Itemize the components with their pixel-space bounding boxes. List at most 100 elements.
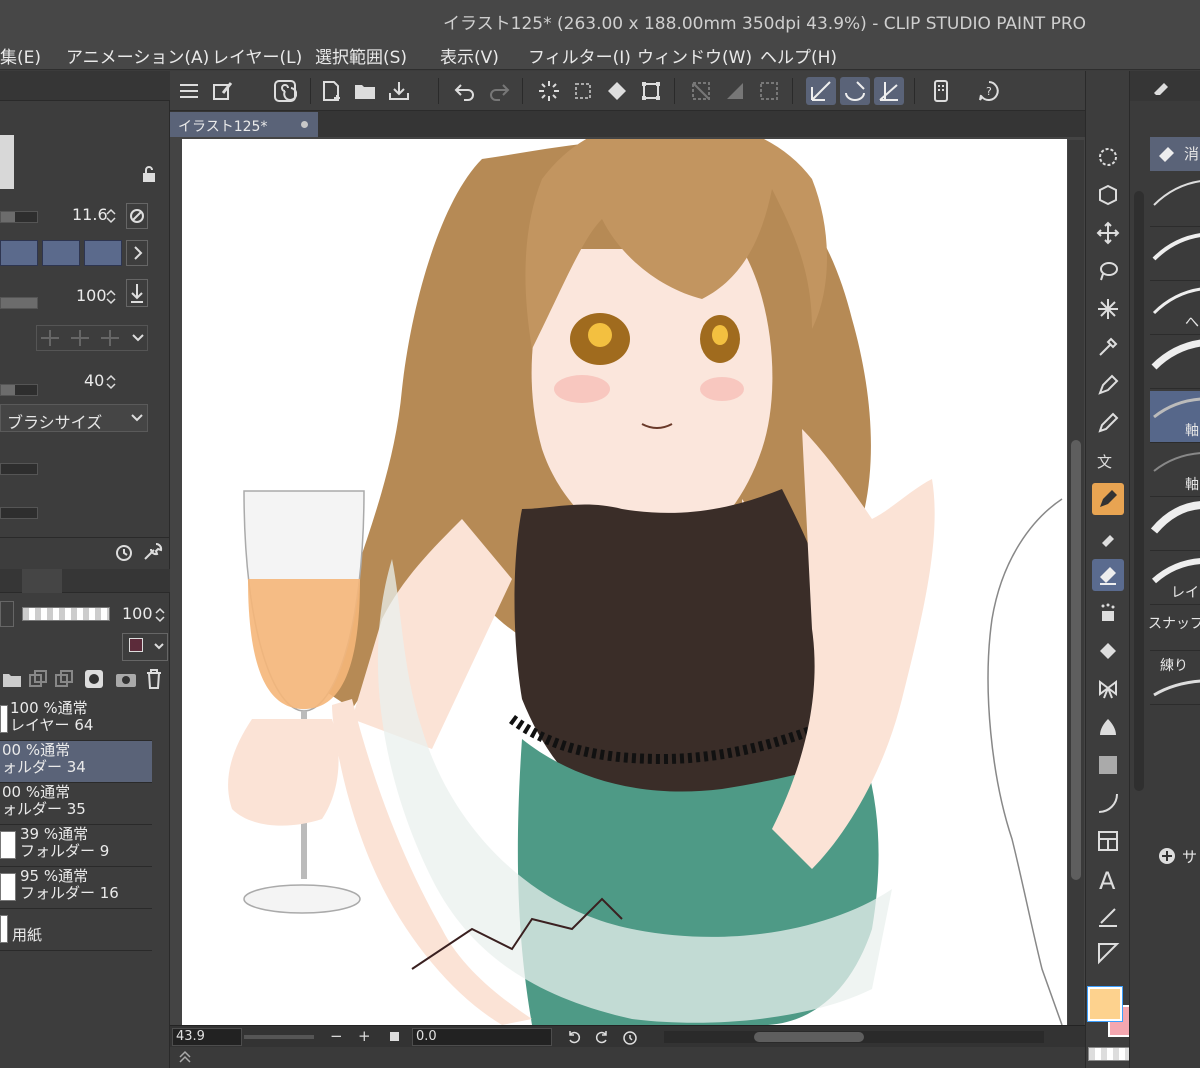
reset-rotation-icon[interactable] (622, 1029, 638, 1045)
swirl-icon[interactable] (270, 77, 300, 105)
stabilization-control[interactable] (36, 325, 148, 351)
document-tab[interactable]: イラスト125* (170, 112, 318, 137)
rotate-right-icon[interactable] (594, 1029, 610, 1045)
drawing-canvas[interactable] (182, 139, 1067, 1025)
mask-icon[interactable] (84, 669, 104, 689)
menu-help[interactable]: ヘルプ(H) (760, 43, 837, 68)
layer-item[interactable]: 39 %通常 フォルダー 9 (0, 825, 152, 867)
redo-icon[interactable] (484, 77, 514, 105)
brush-item[interactable] (1150, 229, 1200, 281)
property-slider-b[interactable] (0, 507, 38, 519)
text-icon[interactable]: A (1092, 863, 1124, 895)
zoom-in-icon[interactable]: + (358, 1027, 371, 1045)
lock-icon[interactable] (140, 165, 158, 183)
camera-icon[interactable] (114, 669, 138, 689)
menu-icon[interactable] (174, 77, 204, 105)
brush-item[interactable]: へ (1150, 283, 1200, 335)
trash-icon[interactable] (144, 667, 164, 691)
sub-tool-header[interactable]: 消 (1150, 137, 1200, 171)
blend-mode-dropdown[interactable] (0, 601, 14, 627)
scroll-thumb[interactable] (754, 1032, 864, 1042)
brush-size-settings-button[interactable] (126, 203, 148, 229)
angle-field[interactable]: 0.0 (412, 1028, 552, 1046)
property-slider-a[interactable] (0, 463, 38, 475)
frame-border-icon[interactable] (1092, 825, 1124, 857)
zoom-slider[interactable] (244, 1035, 314, 1039)
third-value[interactable]: 40 (84, 371, 104, 390)
size-preset-1[interactable] (0, 240, 38, 266)
layer-item[interactable]: 100 %通常 レイヤー 64 (0, 699, 152, 741)
horizontal-scrollbar[interactable] (664, 1031, 1044, 1043)
transform-icon[interactable] (636, 77, 666, 105)
lasso-icon[interactable] (1092, 255, 1124, 287)
loading-icon[interactable] (534, 77, 564, 105)
brush-item[interactable] (1150, 337, 1200, 389)
save-icon[interactable] (384, 77, 414, 105)
layer-color-dropdown[interactable] (122, 633, 168, 661)
brush-item[interactable] (1150, 175, 1200, 227)
brush-item[interactable]: 軸 (1150, 445, 1200, 497)
main-color-swatch[interactable] (1087, 986, 1123, 1022)
layer-item[interactable]: 用紙 (0, 909, 152, 951)
magic-wand-icon[interactable] (1092, 293, 1124, 325)
invert-selection-icon[interactable] (720, 77, 750, 105)
brush-size-slider[interactable] (0, 211, 38, 223)
layer-item[interactable]: 00 %通常 ォルダー 35 (0, 783, 152, 825)
clear-selection-icon[interactable] (686, 77, 716, 105)
size-preset-3[interactable] (84, 240, 122, 266)
ruler-icon[interactable] (1092, 937, 1124, 969)
object-icon[interactable] (1092, 179, 1124, 211)
undo-icon[interactable] (450, 77, 480, 105)
help-icon[interactable]: ? (974, 77, 1004, 105)
curve-icon[interactable] (1092, 787, 1124, 819)
spin-icon[interactable] (106, 288, 116, 306)
selection-frame-icon[interactable] (754, 77, 784, 105)
add-sub-tool-button[interactable]: サ (1158, 847, 1197, 869)
special-ruler-snap-icon[interactable] (840, 77, 870, 105)
brush-item[interactable]: レイ (1150, 553, 1200, 605)
rotate-left-icon[interactable] (566, 1029, 582, 1045)
fit-window-icon[interactable] (390, 1032, 399, 1041)
brush-tab-icon[interactable] (1152, 77, 1170, 95)
clip-studio-icon[interactable] (208, 77, 238, 105)
brush-item[interactable]: 練り (1150, 653, 1200, 705)
decoration-icon[interactable] (1092, 673, 1124, 705)
grid-snap-icon[interactable] (874, 77, 904, 105)
size-preset-2[interactable] (42, 240, 80, 266)
spin-icon[interactable] (106, 207, 116, 225)
brush-icon[interactable] (1092, 483, 1124, 515)
select-all-icon[interactable] (568, 77, 598, 105)
layer-item[interactable]: 95 %通常 フォルダー 16 (0, 867, 152, 909)
move-icon[interactable] (1092, 217, 1124, 249)
menu-edit[interactable]: 集(E) (0, 43, 41, 68)
next-preset-button[interactable] (126, 240, 148, 266)
sub-tool-scrollbar[interactable] (1134, 191, 1144, 791)
layer-item[interactable]: 00 %通常 ォルダー 34 (0, 741, 152, 783)
menu-layer[interactable]: レイヤー(L) (212, 43, 302, 68)
wrench-icon[interactable] (142, 542, 164, 562)
pen-icon[interactable] (1092, 369, 1124, 401)
layer-opacity-slider[interactable] (22, 607, 110, 621)
vertical-scrollbar[interactable] (1068, 140, 1084, 1025)
gradient-icon[interactable] (1092, 749, 1124, 781)
eraser-icon[interactable] (1092, 559, 1124, 591)
text-tool-icon[interactable]: 文 (1092, 445, 1124, 477)
merge-layer-icon[interactable] (54, 669, 74, 689)
blur-icon[interactable] (1092, 711, 1124, 743)
layer-tab[interactable] (22, 569, 62, 593)
scroll-thumb[interactable] (1071, 440, 1081, 880)
menu-filter[interactable]: フィルター(I) (528, 43, 631, 68)
layer-opacity-value[interactable]: 100 (122, 604, 153, 623)
spin-icon[interactable] (155, 606, 165, 624)
menu-selection[interactable]: 選択範囲(S) (315, 43, 407, 68)
copy-layer-icon[interactable] (28, 669, 48, 689)
fill-icon[interactable] (602, 77, 632, 105)
menu-view[interactable]: 表示(V) (440, 43, 499, 68)
zoom-field[interactable]: 43.9 (172, 1028, 242, 1046)
open-folder-icon[interactable] (350, 77, 380, 105)
pressure-dropdown[interactable]: ブラシサイズ (0, 404, 148, 432)
fill-tool-icon[interactable] (1092, 635, 1124, 667)
correct-line-icon[interactable] (1092, 901, 1124, 933)
brush-size-value[interactable]: 11.6 (72, 205, 108, 224)
new-file-icon[interactable] (316, 77, 346, 105)
